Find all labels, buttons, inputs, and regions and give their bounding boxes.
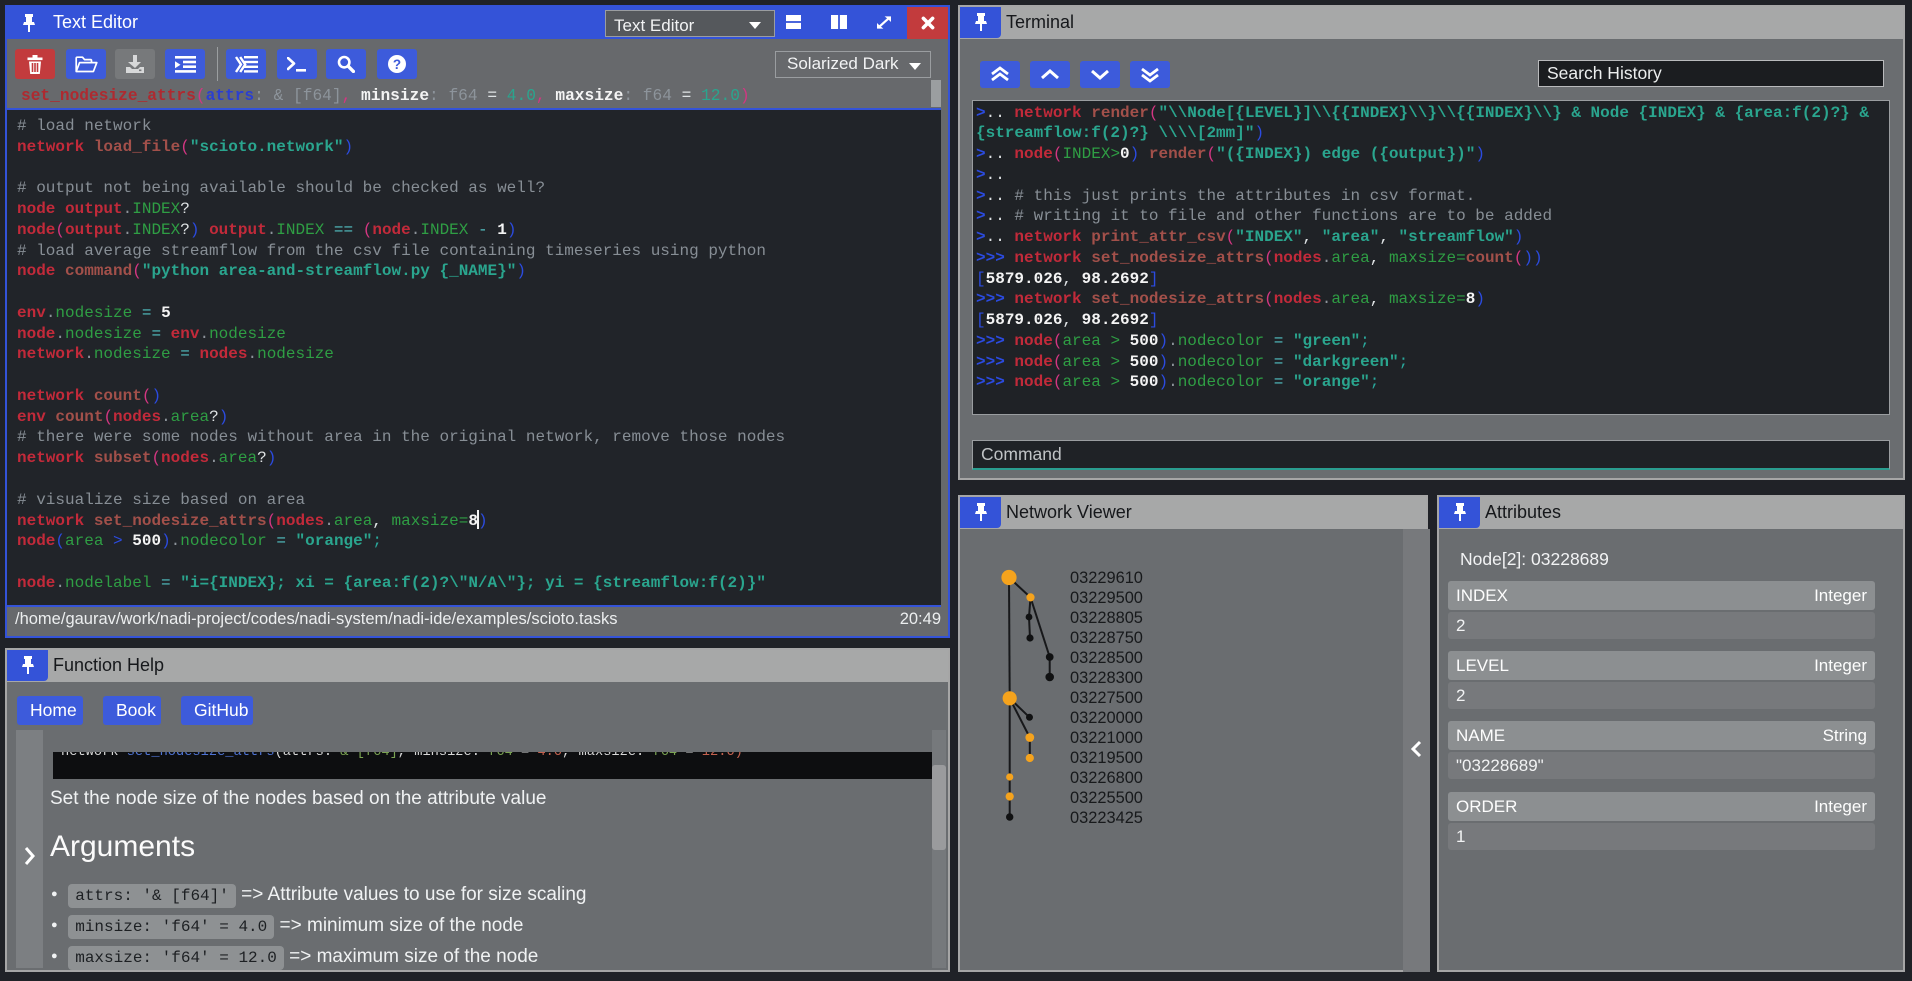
svg-text:03228750: 03228750 <box>1070 629 1143 647</box>
svg-text:03226800: 03226800 <box>1070 769 1143 787</box>
svg-text:03219500: 03219500 <box>1070 749 1143 767</box>
svg-text:03228500: 03228500 <box>1070 649 1143 667</box>
svg-text:?: ? <box>393 57 401 72</box>
svg-text:03227500: 03227500 <box>1070 689 1143 707</box>
svg-text:03228805: 03228805 <box>1070 609 1143 627</box>
svg-text:03220000: 03220000 <box>1070 709 1143 727</box>
svg-text:03229500: 03229500 <box>1070 589 1143 607</box>
svg-text:03223425: 03223425 <box>1070 809 1143 827</box>
svg-text:03221000: 03221000 <box>1070 729 1143 747</box>
svg-text:03229610: 03229610 <box>1070 569 1143 587</box>
svg-text:03225500: 03225500 <box>1070 789 1143 807</box>
svg-text:03228300: 03228300 <box>1070 669 1143 687</box>
